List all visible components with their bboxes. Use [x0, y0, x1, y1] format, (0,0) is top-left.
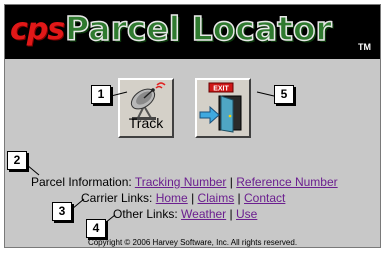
- separator: |: [229, 207, 233, 221]
- copyright-text: Copyright © 2006 Harvey Software, Inc. A…: [87, 238, 298, 247]
- use-link[interactable]: Use: [236, 207, 257, 221]
- parcel-info-label: Parcel Information:: [31, 175, 132, 189]
- trademark-mark: TM: [358, 42, 371, 52]
- track-button-label: Track: [128, 115, 164, 131]
- callout-3: 3: [52, 202, 72, 221]
- callout-5-leader: [256, 91, 275, 97]
- tracking-number-link[interactable]: Tracking Number: [135, 175, 227, 189]
- home-link[interactable]: Home: [156, 191, 188, 205]
- separator: |: [191, 191, 195, 205]
- contact-link[interactable]: Contact: [244, 191, 285, 205]
- separator: |: [237, 191, 241, 205]
- callout-1-leader: [111, 91, 128, 97]
- callout-5: 5: [274, 85, 294, 104]
- exit-sign-text: EXIT: [213, 86, 229, 93]
- carrier-links-line: Carrier Links: Home | Claims | Contact: [81, 191, 285, 205]
- exit-button[interactable]: EXIT: [195, 78, 251, 138]
- carrier-links-label: Carrier Links:: [81, 191, 153, 205]
- parcel-info-line: Parcel Information: Tracking Number | Re…: [31, 175, 338, 189]
- track-button[interactable]: Track: [118, 78, 174, 138]
- exit-door-icon: EXIT: [199, 82, 242, 133]
- app-title: Parcel Locator: [64, 8, 332, 49]
- claims-link[interactable]: Claims: [198, 191, 235, 205]
- brand-logo: cps: [10, 12, 65, 47]
- separator: |: [229, 175, 233, 189]
- other-links-line: Other Links: Weather | Use: [113, 207, 257, 221]
- weather-link[interactable]: Weather: [181, 207, 226, 221]
- app-window: cps Parcel Locator TM Track EXIT 1 5 2 3…: [4, 4, 381, 248]
- header-banner: cps Parcel Locator TM: [5, 5, 380, 59]
- callout-2: 2: [7, 151, 27, 170]
- reference-number-link[interactable]: Reference Number: [236, 175, 337, 189]
- other-links-label: Other Links:: [113, 207, 178, 221]
- callout-4: 4: [86, 219, 106, 238]
- callout-1: 1: [91, 85, 111, 104]
